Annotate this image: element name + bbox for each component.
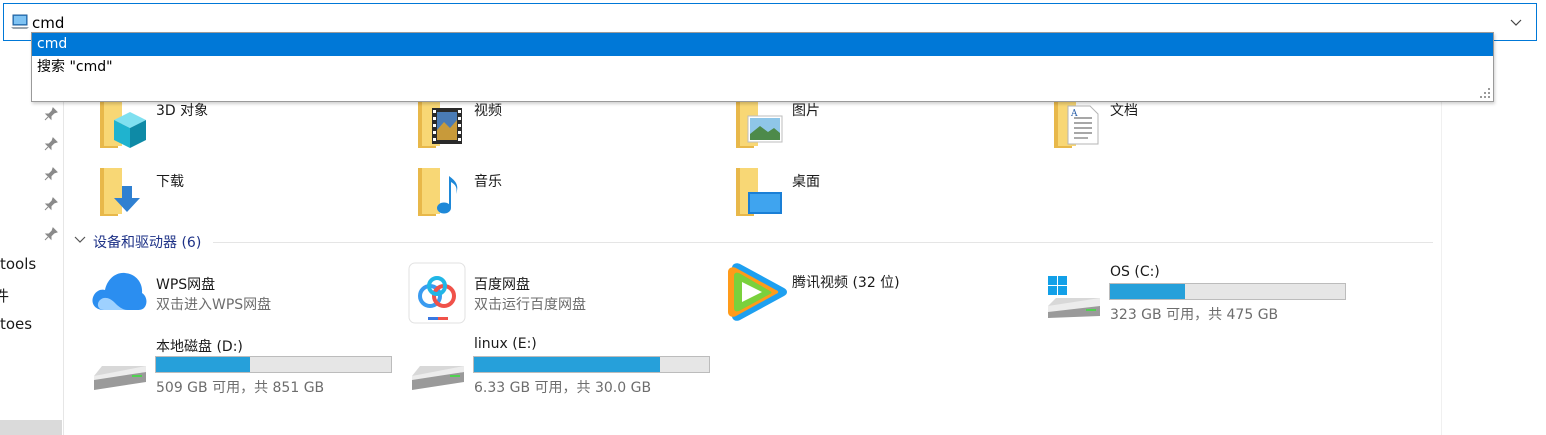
horizontal-scrollbar[interactable] [0, 420, 62, 435]
device-label: OS (C:) [1110, 264, 1160, 280]
folder-label: 音乐 [474, 174, 502, 190]
tencent-video-icon [728, 263, 787, 321]
drive-space-text: 6.33 GB 可用，共 30.0 GB [474, 380, 652, 396]
drive-space-text: 509 GB 可用，共 851 GB [156, 380, 325, 396]
pin-icon[interactable] [44, 197, 58, 211]
computer-icon [11, 14, 29, 29]
folder-videos-icon [418, 100, 462, 148]
device-label: WPS网盘 [156, 277, 216, 293]
drive-usage-fill [156, 357, 250, 372]
folder-label: 视频 [474, 103, 502, 119]
navigation-pane: tools 件 toes [0, 100, 64, 435]
folder-music-icon [418, 168, 458, 216]
folder-label: 桌面 [792, 174, 820, 190]
group-title: 设备和驱动器 (6) [93, 235, 202, 251]
drive-usage-bar [1109, 283, 1346, 300]
pin-icon[interactable] [44, 137, 58, 151]
hard-drive-icon [412, 366, 464, 390]
drive-usage-bar [473, 356, 710, 373]
resize-grip-icon[interactable] [1480, 88, 1490, 98]
autocomplete-dropdown: cmd 搜索 "cmd" [31, 32, 1494, 102]
file-explorer-window: { "address_bar": { "value": "cmd", "icon… [0, 0, 1546, 435]
drive-usage-fill [1110, 284, 1186, 299]
drive-space-text: 323 GB 可用，共 475 GB [1110, 307, 1279, 323]
windows-drive-icon [1048, 276, 1100, 318]
folder-downloads-icon [100, 168, 140, 216]
pin-icon[interactable] [44, 167, 58, 181]
device-label: 本地磁盘 (D:) [156, 339, 243, 355]
nav-item-files[interactable]: 件 [0, 285, 9, 306]
pin-icon[interactable] [44, 107, 58, 121]
wps-cloud-icon [92, 272, 147, 310]
baidu-netdisk-icon [408, 262, 466, 324]
nav-item-toes[interactable]: toes [0, 315, 32, 333]
device-label: linux (E:) [474, 336, 537, 352]
chevron-down-icon[interactable] [73, 234, 87, 246]
pane-divider [1441, 100, 1442, 435]
device-label: 百度网盘 [474, 277, 530, 293]
folder-pictures-icon [736, 100, 783, 148]
hard-drive-icon [94, 366, 146, 390]
pin-icon[interactable] [44, 227, 58, 241]
drive-usage-fill [474, 357, 660, 372]
folder-label: 3D 对象 [156, 103, 209, 119]
chevron-down-icon[interactable] [1508, 14, 1524, 30]
device-description: 双击进入WPS网盘 [156, 297, 272, 313]
device-description: 双击运行百度网盘 [474, 297, 586, 313]
device-label: 腾讯视频 (32 位) [792, 275, 900, 291]
group-divider [213, 242, 1433, 243]
nav-item-tools[interactable]: tools [0, 255, 36, 273]
folder-label: 图片 [792, 103, 820, 119]
folder-desktop-icon [736, 168, 782, 216]
suggestion-item-search[interactable]: 搜索 "cmd" [32, 56, 1493, 79]
suggestion-item-cmd[interactable]: cmd [32, 33, 1493, 56]
folder-label: 下载 [156, 174, 184, 190]
folder-label: 文档 [1110, 103, 1138, 119]
drive-usage-bar [155, 356, 392, 373]
folder-3d-objects-icon [100, 100, 146, 148]
devices-group-header[interactable]: 设备和驱动器 (6) [73, 232, 1433, 252]
folder-documents-icon: A [1054, 100, 1099, 148]
svg-text:A: A [1070, 109, 1078, 119]
